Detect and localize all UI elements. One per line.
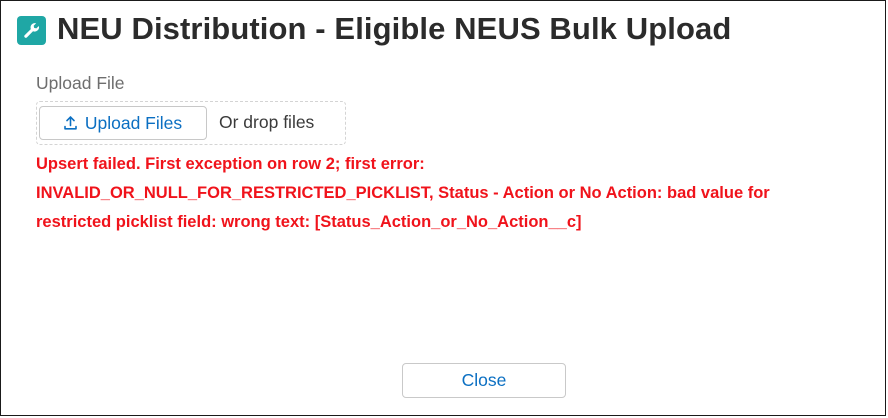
drop-files-text: Or drop files — [219, 112, 315, 132]
error-message: Upsert failed. First exception on row 2;… — [36, 150, 881, 237]
close-button[interactable]: Close — [402, 363, 566, 398]
modal-header: NEU Distribution - Eligible NEUS Bulk Up… — [17, 7, 731, 51]
error-line: restricted picklist field: wrong text: [… — [36, 213, 582, 231]
bulk-upload-modal: NEU Distribution - Eligible NEUS Bulk Up… — [0, 0, 886, 416]
upload-file-label: Upload File — [36, 73, 125, 93]
upload-icon — [64, 116, 77, 130]
wrench-icon — [17, 15, 46, 45]
modal-title: NEU Distribution - Eligible NEUS Bulk Up… — [57, 11, 732, 46]
error-line: INVALID_OR_NULL_FOR_RESTRICTED_PICKLIST,… — [36, 184, 770, 202]
file-drop-zone[interactable]: Upload Files Or drop files — [36, 101, 346, 145]
upload-files-button[interactable]: Upload Files — [39, 106, 207, 140]
error-line: Upsert failed. First exception on row 2;… — [36, 155, 425, 173]
upload-files-label: Upload Files — [84, 112, 183, 133]
